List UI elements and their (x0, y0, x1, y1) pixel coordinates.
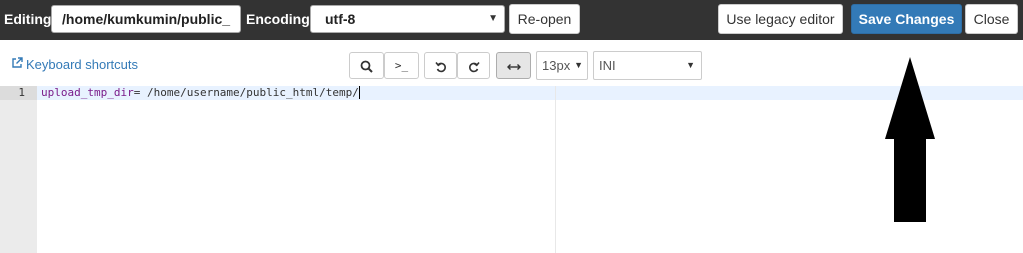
code-editor[interactable]: 1 upload_tmp_dir= /home/username/public_… (0, 86, 1023, 253)
text-cursor (358, 86, 360, 99)
redo-icon (468, 61, 480, 72)
print-margin (555, 86, 556, 253)
close-button[interactable]: Close (965, 4, 1018, 34)
encoding-select[interactable]: utf-8 ▼ (310, 5, 505, 33)
wrap-toggle-button[interactable] (496, 52, 531, 79)
editor-header: Editing: /home/kumkumin/public_ Encoding… (0, 0, 1023, 40)
file-path-field[interactable]: /home/kumkumin/public_ (51, 5, 241, 33)
keyboard-shortcuts-label: Keyboard shortcuts (26, 57, 139, 72)
code-line[interactable]: upload_tmp_dir= /home/username/public_ht… (41, 86, 360, 100)
search-icon (360, 60, 373, 73)
line-number: 1 (18, 86, 25, 99)
code-key: upload_tmp_dir (41, 86, 134, 99)
use-legacy-editor-button[interactable]: Use legacy editor (718, 4, 843, 34)
chevron-down-icon: ▼ (686, 60, 695, 70)
encoding-label: Encoding: (246, 11, 315, 27)
keyboard-shortcuts-link[interactable]: Keyboard shortcuts (11, 57, 138, 72)
line-gutter: 1 (0, 86, 37, 253)
reopen-button[interactable]: Re-open (509, 4, 580, 34)
font-size-value: 13px (542, 58, 571, 73)
encoding-value: utf-8 (325, 11, 356, 27)
mode-value: INI (599, 58, 616, 73)
save-changes-button[interactable]: Save Changes (851, 4, 962, 34)
external-link-icon (12, 57, 23, 68)
goto-line-button[interactable]: >_ (384, 52, 419, 79)
chevron-down-icon: ▼ (574, 60, 583, 70)
wrap-toggle-icon (506, 63, 521, 70)
undo-button[interactable] (424, 52, 457, 79)
font-size-select[interactable]: 13px ▼ (536, 51, 588, 80)
code-value: = /home/username/public_html/temp/ (133, 86, 359, 99)
chevron-down-icon: ▼ (488, 13, 498, 24)
search-button[interactable] (349, 52, 384, 79)
editing-label: Editing: (4, 11, 57, 27)
mode-select[interactable]: INI ▼ (593, 51, 702, 80)
undo-icon (434, 61, 446, 72)
redo-button[interactable] (457, 52, 490, 79)
annotation-arrow (885, 57, 935, 222)
